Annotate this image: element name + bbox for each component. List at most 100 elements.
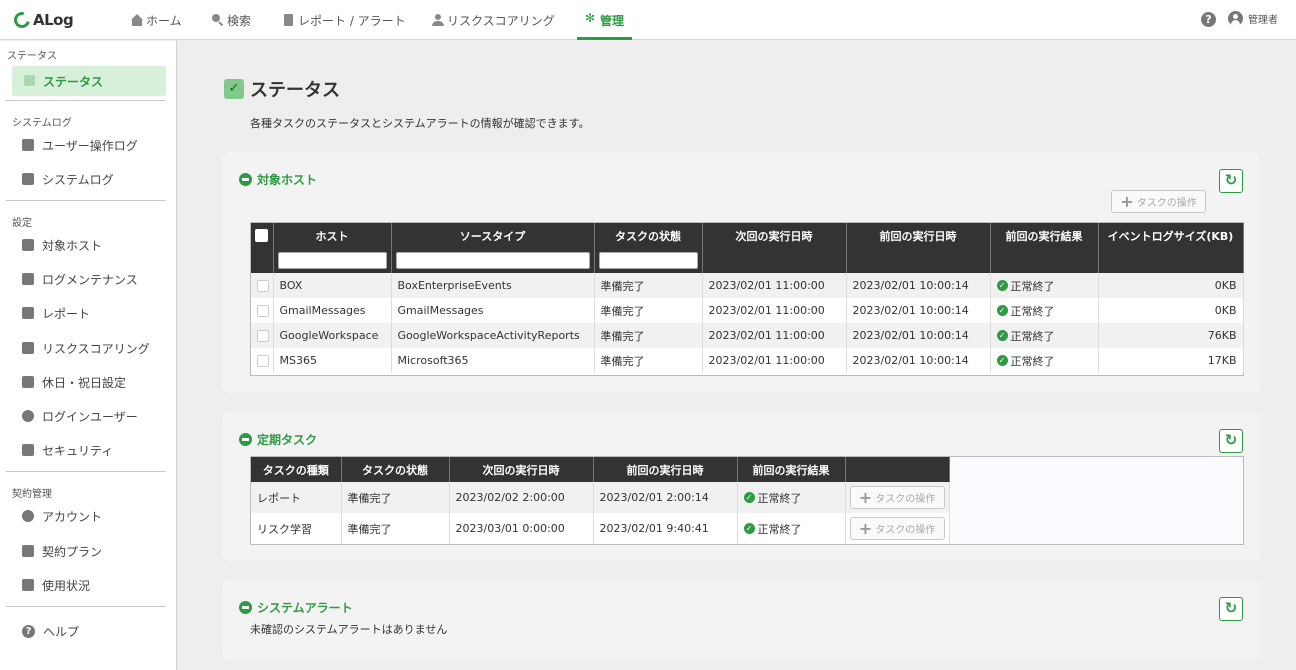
source-type-filter-input[interactable] (395, 252, 590, 269)
column-header-last-result[interactable]: 前回の実行結果 (990, 223, 1099, 248)
column-header-last-run[interactable]: 前回の実行日時 (593, 457, 738, 482)
table-row[interactable]: レポート 準備完了 2023/02/02 2:00:00 2023/02/01 … (251, 482, 950, 513)
sidebar-item-label: アカウント (42, 509, 103, 524)
status-check-icon: ✓ (224, 79, 244, 99)
cell-last-run: 2023/02/01 10:00:14 (846, 273, 991, 298)
column-header-next-run[interactable]: 次回の実行日時 (702, 223, 847, 248)
row-checkbox[interactable] (257, 330, 269, 342)
filter-cell-empty (1098, 248, 1244, 273)
cell-next-run: 2023/02/01 11:00:00 (702, 323, 847, 348)
nav-search[interactable]: 検索 (212, 0, 251, 40)
sidebar-item-usage[interactable]: 使用状況 (22, 575, 90, 595)
table-row[interactable]: MS365 Microsoft365 準備完了 2023/02/01 11:00… (251, 348, 1244, 373)
cell-host: GoogleWorkspace (273, 323, 392, 348)
page-header: ✓ ステータス (224, 76, 340, 102)
cell-next-run: 2023/02/02 2:00:00 (449, 482, 594, 513)
add-user-icon (22, 410, 34, 422)
sidebar-item-risk-scoring[interactable]: リスクスコアリング (22, 338, 150, 358)
column-header-task-state[interactable]: タスクの状態 (594, 223, 703, 248)
tasks-panel-title: 定期タスク (257, 433, 318, 447)
list-icon (22, 239, 34, 251)
row-checkbox-cell (251, 273, 274, 298)
collapse-icon (239, 173, 252, 186)
cell-task-state: 準備完了 (341, 513, 450, 544)
refresh-icon: ↻ (1224, 171, 1238, 189)
sidebar-item-report[interactable]: レポート (22, 303, 90, 323)
collapse-icon (239, 601, 252, 614)
top-bar: ALog ホーム 検索 レポート / アラート リスクスコアリング 管理 ? 管… (0, 0, 1296, 40)
sidebar-item-system-log[interactable]: システムログ (22, 169, 114, 189)
sidebar-item-user-operation-log[interactable]: ユーザー操作ログ (22, 135, 138, 155)
table-row[interactable]: リスク学習 準備完了 2023/03/01 0:00:00 2023/02/01… (251, 513, 950, 544)
select-all-checkbox[interactable] (255, 229, 269, 243)
tasks-table: タスクの種類 タスクの状態 次回の実行日時 前回の実行日時 前回の実行結果 レポ… (251, 457, 950, 544)
document-icon (283, 14, 295, 26)
document-gear-icon (22, 173, 34, 185)
cell-task-state: 準備完了 (341, 482, 450, 513)
sidebar-item-help[interactable]: ? ヘルプ (22, 621, 79, 641)
sidebar-item-account[interactable]: アカウント (22, 506, 102, 526)
row-checkbox[interactable] (257, 305, 269, 317)
help-icon[interactable]: ? (1201, 12, 1216, 27)
alerts-panel-header[interactable]: システムアラート (239, 599, 353, 616)
app-logo[interactable]: ALog (11, 9, 74, 31)
column-header-source-type[interactable]: ソースタイプ (391, 223, 595, 248)
nav-admin[interactable]: 管理 (576, 0, 633, 40)
task-operation-button[interactable]: + タスクの操作 (849, 517, 945, 540)
success-check-icon: ✓ (743, 523, 755, 534)
hosts-task-operation-button[interactable]: + タスクの操作 (1111, 190, 1206, 213)
hosts-refresh-button[interactable]: ↻ (1219, 169, 1243, 193)
sidebar-item-contract-plan[interactable]: 契約プラン (22, 541, 102, 561)
sidebar-item-label: 契約プラン (42, 544, 103, 559)
hosts-table: ホスト ソースタイプ タスクの状態 次回の実行日時 前回の実行日時 前回の実行結… (251, 223, 1244, 373)
task-state-filter-input[interactable] (598, 252, 698, 269)
filter-cell-empty (702, 248, 847, 273)
column-header-task-type[interactable]: タスクの種類 (251, 457, 342, 482)
table-row[interactable]: GoogleWorkspace GoogleWorkspaceActivityR… (251, 323, 1244, 348)
sidebar-item-login-users[interactable]: ログインユーザー (22, 406, 138, 426)
nav-home[interactable]: ホーム (131, 0, 182, 40)
column-header-last-result[interactable]: 前回の実行結果 (737, 457, 846, 482)
row-checkbox[interactable] (257, 355, 269, 367)
sidebar-item-log-maintenance[interactable]: ログメンテナンス (22, 269, 138, 289)
table-header-row: ホスト ソースタイプ タスクの状態 次回の実行日時 前回の実行日時 前回の実行結… (251, 223, 1244, 248)
sidebar-item-holiday-settings[interactable]: 休日・祝日設定 (22, 372, 126, 392)
tasks-panel-header[interactable]: 定期タスク (239, 431, 317, 448)
check-icon (24, 75, 35, 86)
alerts-refresh-button[interactable]: ↻ (1219, 597, 1243, 621)
result-text: 正常終了 (1010, 304, 1055, 318)
filter-cell-empty (846, 248, 991, 273)
tasks-refresh-button[interactable]: ↻ (1219, 429, 1243, 453)
sidebar: ステータス ステータス システムログ ユーザー操作ログ システムログ 設定 対象… (0, 41, 177, 670)
sidebar-section-systemlog: システムログ (12, 118, 72, 129)
column-header-task-state[interactable]: タスクの状態 (341, 457, 450, 482)
column-header-actions (845, 457, 950, 482)
column-header-last-run[interactable]: 前回の実行日時 (846, 223, 991, 248)
nav-risk-scoring[interactable]: リスクスコアリング (432, 0, 555, 40)
sidebar-item-label: リスクスコアリング (42, 341, 150, 356)
task-operation-button[interactable]: + タスクの操作 (849, 486, 945, 509)
host-filter-input[interactable] (277, 252, 387, 269)
task-op-label: タスクの操作 (875, 525, 936, 536)
document-edit-icon (22, 273, 34, 285)
success-check-icon: ✓ (743, 492, 755, 503)
row-checkbox[interactable] (257, 280, 269, 292)
table-row[interactable]: GmailMessages GmailMessages 準備完了 2023/02… (251, 298, 1244, 323)
select-all-cell[interactable] (251, 223, 274, 248)
nav-report-alert[interactable]: レポート / アラート (283, 0, 406, 40)
cell-last-result: ✓ 正常終了 (737, 513, 846, 544)
column-header-host[interactable]: ホスト (273, 223, 392, 248)
refresh-icon: ↻ (1224, 431, 1238, 449)
nav-report-label: レポート / アラート (298, 13, 406, 28)
sidebar-item-target-hosts[interactable]: 対象ホスト (22, 235, 102, 255)
hosts-panel-header[interactable]: 対象ホスト (239, 171, 317, 188)
nav-risk-label: リスクスコアリング (447, 13, 555, 28)
nav-search-label: 検索 (227, 13, 252, 28)
table-row[interactable]: BOX BoxEnterpriseEvents 準備完了 2023/02/01 … (251, 273, 1244, 298)
sidebar-item-label: ログインユーザー (42, 409, 138, 424)
sidebar-item-security[interactable]: セキュリティ (22, 440, 113, 460)
sidebar-item-status[interactable]: ステータス (12, 66, 166, 96)
user-menu[interactable]: 管理者 (1228, 11, 1278, 26)
column-header-next-run[interactable]: 次回の実行日時 (449, 457, 594, 482)
column-header-event-log-size[interactable]: イベントログサイズ(KB) (1098, 223, 1244, 248)
